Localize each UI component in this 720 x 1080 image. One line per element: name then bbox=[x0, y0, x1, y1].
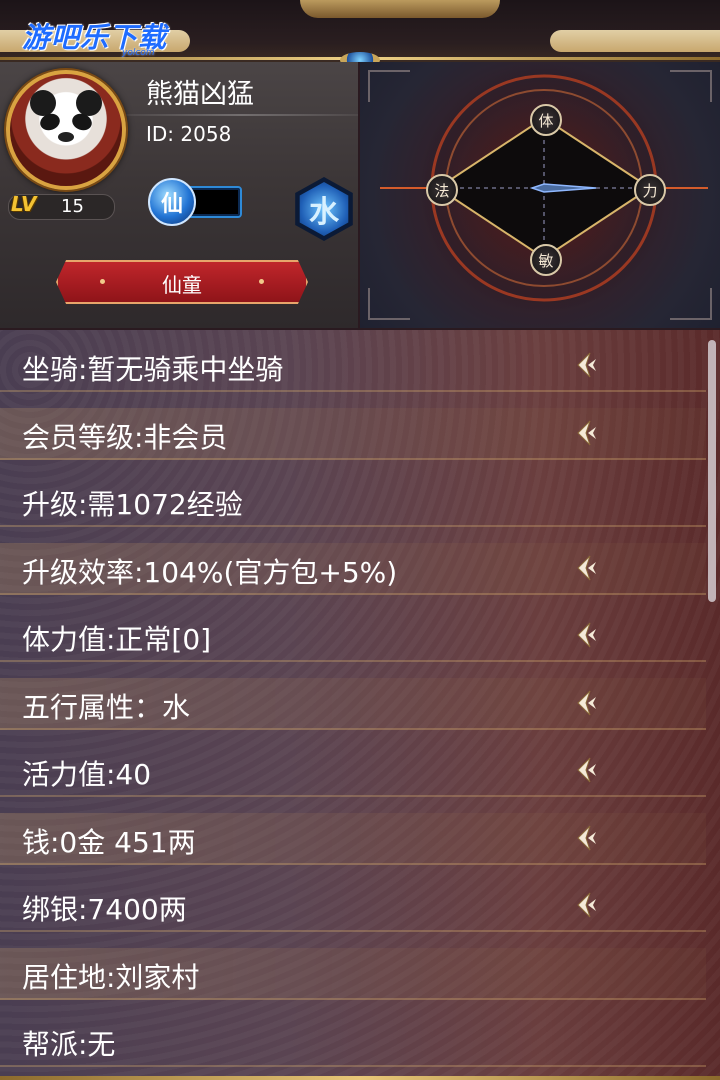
avatar-nose bbox=[58, 132, 74, 142]
radar-chart bbox=[380, 63, 708, 313]
corner-ornament bbox=[670, 70, 712, 102]
expand-arrow-icon[interactable] bbox=[570, 755, 600, 785]
attribute-row[interactable]: 五行属性：水 bbox=[0, 677, 706, 730]
attribute-row[interactable]: 帮派:无 bbox=[0, 1015, 706, 1067]
attribute-label: 活力值:40 bbox=[22, 758, 152, 791]
title-text: 仙童 bbox=[162, 273, 202, 297]
radar-label-top: 体 bbox=[530, 104, 562, 136]
attribute-row[interactable]: 会员等级:非会员 bbox=[0, 407, 706, 460]
attribute-label: 帮派:无 bbox=[22, 1028, 116, 1061]
name-divider bbox=[125, 114, 358, 116]
corner-ornament bbox=[670, 288, 712, 320]
attribute-row[interactable]: 活力值:40 bbox=[0, 745, 706, 797]
banner-jewel-icon bbox=[340, 52, 380, 62]
radar-label-right: 力 bbox=[634, 174, 666, 206]
level-badge: LV 15 bbox=[8, 192, 115, 220]
attribute-row[interactable]: 绑银:7400两 bbox=[0, 880, 706, 932]
attribute-row[interactable]: 居住地:刘家村 bbox=[0, 947, 706, 1000]
attribute-label: 会员等级:非会员 bbox=[22, 420, 228, 454]
attribute-label: 钱:0金 451两 bbox=[22, 825, 196, 859]
radar-label-left: 法 bbox=[426, 174, 458, 206]
panda-avatar[interactable] bbox=[6, 70, 126, 190]
expand-arrow-icon[interactable] bbox=[570, 890, 600, 920]
attribute-label: 坐骑:暂无骑乘中坐骑 bbox=[22, 353, 284, 386]
avatar-ear bbox=[76, 90, 102, 116]
avatar-ear bbox=[30, 90, 56, 116]
top-banner: 游吧乐下载 yolcom bbox=[0, 0, 720, 62]
profile-panel: 熊猫凶猛 ID: 2058 LV 15 仙 水 仙童 bbox=[0, 62, 358, 328]
list-scrollbar[interactable] bbox=[708, 340, 716, 602]
attribute-label: 升级效率:104%(官方包+5%) bbox=[22, 555, 398, 589]
attribute-row[interactable]: 体力值:正常[0] bbox=[0, 610, 706, 662]
expand-arrow-icon[interactable] bbox=[570, 418, 600, 448]
corner-ornament bbox=[368, 288, 410, 320]
player-name: 熊猫凶猛 bbox=[146, 79, 254, 110]
attribute-label: 升级:需1072经验 bbox=[22, 488, 243, 521]
expand-arrow-icon[interactable] bbox=[570, 553, 600, 583]
water-element-icon[interactable]: 水 bbox=[292, 177, 356, 241]
expand-arrow-icon[interactable] bbox=[570, 350, 600, 380]
level-label: LV bbox=[11, 192, 37, 216]
xian-orb-icon: 仙 bbox=[148, 178, 196, 226]
attribute-radar-panel: 体 力 敏 法 bbox=[360, 62, 720, 328]
attribute-row[interactable]: 升级:需1072经验 bbox=[0, 475, 706, 527]
attribute-label: 绑银:7400两 bbox=[22, 893, 187, 926]
expand-arrow-icon[interactable] bbox=[570, 823, 600, 853]
bottom-gold-edge bbox=[0, 1076, 720, 1080]
banner-emblem bbox=[300, 0, 500, 18]
attribute-label: 五行属性：水 bbox=[22, 690, 191, 724]
level-value: 15 bbox=[61, 196, 84, 217]
watermark-subtext: yolcom bbox=[122, 48, 155, 58]
attribute-list[interactable]: 坐骑:暂无骑乘中坐骑 会员等级:非会员 升级:需1072经验 升级效率:104%… bbox=[0, 330, 720, 1080]
attribute-row[interactable]: 坐骑:暂无骑乘中坐骑 bbox=[0, 340, 706, 392]
attribute-row[interactable]: 升级效率:104%(官方包+5%) bbox=[0, 542, 706, 595]
xian-badge[interactable]: 仙 bbox=[148, 178, 242, 226]
attribute-label: 居住地:刘家村 bbox=[22, 960, 200, 994]
expand-arrow-icon[interactable] bbox=[570, 620, 600, 650]
player-id: ID: 2058 bbox=[146, 122, 232, 146]
radar-label-bottom: 敏 bbox=[530, 244, 562, 276]
corner-ornament bbox=[368, 70, 410, 102]
attribute-label: 体力值:正常[0] bbox=[22, 623, 212, 656]
attribute-row[interactable]: 钱:0金 451两 bbox=[0, 812, 706, 865]
cloud-ornament-right bbox=[550, 30, 720, 52]
expand-arrow-icon[interactable] bbox=[570, 688, 600, 718]
title-plate[interactable]: 仙童 bbox=[56, 260, 308, 304]
